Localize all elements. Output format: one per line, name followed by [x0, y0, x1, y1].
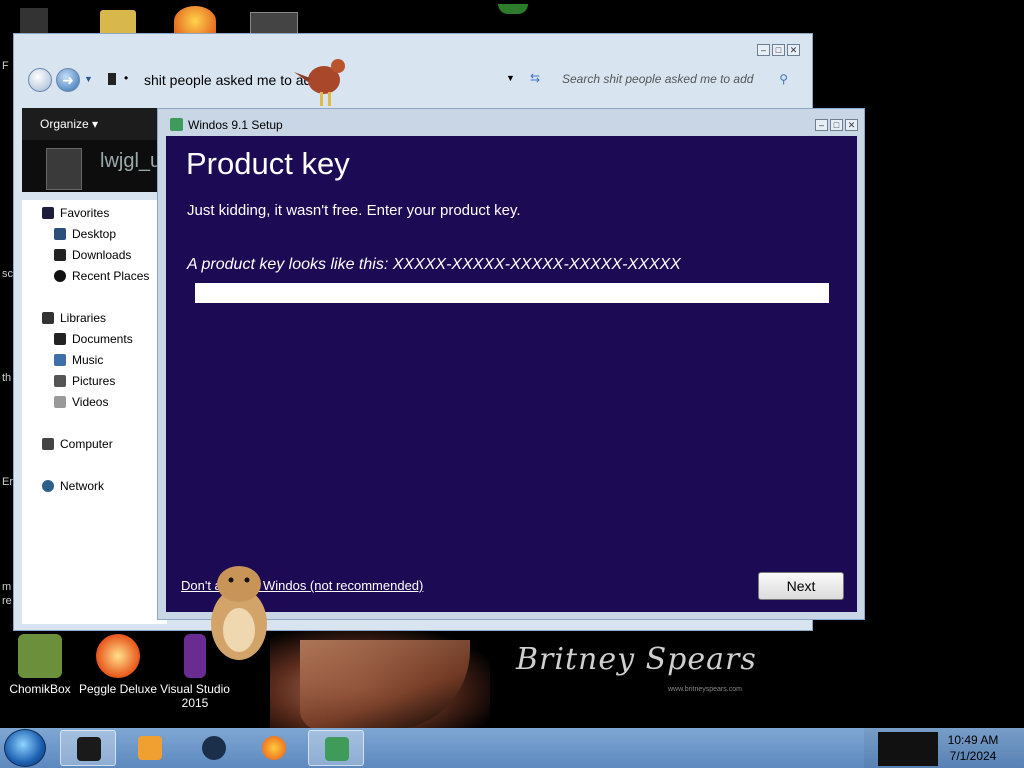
wallpaper-url: www.britneyspears.com — [668, 686, 742, 693]
downloads-icon — [54, 249, 66, 261]
nav-computer[interactable]: Computer — [42, 437, 113, 451]
search-placeholder: Search shit people asked me to add — [562, 72, 754, 86]
setup-window-title: Windos 9.1 Setup — [188, 118, 283, 132]
taskbar-media-player[interactable] — [122, 730, 178, 766]
refresh-icon[interactable]: ⇆ — [530, 71, 540, 85]
folder-thumbnail — [46, 148, 82, 190]
music-icon — [54, 354, 66, 366]
taskbar-explorer[interactable] — [60, 730, 116, 766]
desktop-icon-label: ChomikBox — [9, 682, 71, 696]
nav-network[interactable]: Network — [42, 479, 104, 493]
product-key-input[interactable] — [195, 283, 829, 303]
folder-path-icon — [108, 73, 116, 85]
nav-documents[interactable]: Documents — [54, 332, 133, 346]
desktop-icon-chomikbox[interactable]: ChomikBox — [0, 634, 80, 696]
breadcrumb-separator: • — [124, 71, 129, 85]
desktop-icon-label: Peggle Deluxe — [78, 682, 158, 696]
setup-maximize-button[interactable]: □ — [830, 119, 843, 131]
desktop-icon-top[interactable] — [20, 8, 48, 36]
taskbar-firefox[interactable] — [246, 730, 302, 766]
libraries-icon — [42, 312, 54, 324]
chomikbox-icon — [18, 634, 62, 678]
forward-button[interactable]: ➜ — [56, 68, 80, 92]
setup-window-controls: – □ ✕ — [815, 119, 858, 131]
setup-subtitle: Just kidding, it wasn't free. Enter your… — [187, 202, 521, 219]
maximize-button[interactable]: □ — [772, 44, 785, 56]
globe-icon — [202, 736, 226, 760]
setup-minimize-button[interactable]: – — [815, 119, 828, 131]
recent-places-icon — [54, 270, 66, 282]
network-icon — [42, 480, 54, 492]
explorer-icon — [77, 737, 101, 761]
firefox-icon — [262, 736, 286, 760]
hamster-sprite — [211, 566, 267, 660]
bird-sprite — [294, 59, 345, 106]
videos-icon — [54, 396, 66, 408]
desktop-icon — [54, 228, 66, 240]
nav-videos[interactable]: Videos — [54, 395, 108, 409]
clock-date: 7/1/2024 — [949, 749, 997, 763]
clock-time: 10:49 AM — [947, 733, 999, 747]
tray-preview[interactable] — [878, 732, 938, 766]
explorer-toolbar: Organize ▾ — [22, 108, 172, 140]
setup-content: Product key Just kidding, it wasn't free… — [166, 136, 857, 612]
taskbar-clock[interactable]: 10:49 AM 7/1/2024 — [938, 732, 1008, 764]
recent-pages-icon[interactable]: ▼ — [84, 74, 93, 84]
nav-music[interactable]: Music — [54, 353, 103, 367]
desktop-edge-text: F — [2, 60, 9, 72]
taskbar: 10:49 AM 7/1/2024 — [0, 728, 1024, 768]
desktop-icon-top[interactable] — [174, 6, 216, 36]
address-bar-row: ➜ ▼ • shit people asked me to add ▼ ⇆ Se… — [24, 64, 802, 94]
setup-app-icon — [170, 118, 183, 131]
desktop-edge-text: th — [2, 372, 12, 384]
back-button[interactable] — [28, 68, 52, 92]
desktop-edge-text: sc — [2, 268, 13, 280]
product-key-example: A product key looks like this: XXXXX-XXX… — [187, 256, 681, 273]
taskbar-setup[interactable] — [308, 730, 364, 766]
peggle-icon — [96, 634, 140, 678]
address-dropdown-icon[interactable]: ▼ — [506, 73, 515, 83]
start-button[interactable] — [4, 729, 46, 767]
pictures-icon — [54, 375, 66, 387]
nav-recent-places[interactable]: Recent Places — [54, 269, 149, 283]
wallpaper-glow — [498, 4, 528, 14]
wallpaper-signature: Britney Spears — [516, 642, 757, 677]
close-button[interactable]: ✕ — [787, 44, 800, 56]
desktop-icon-peggle[interactable]: Peggle Deluxe — [78, 634, 158, 696]
desktop-icon-label: Visual Studio 2015 — [160, 682, 230, 710]
navigation-pane: Favorites Desktop Downloads Recent Place… — [22, 200, 167, 624]
folder-name: lwjgl_u — [100, 150, 162, 172]
desktop-edge-text: Er — [2, 476, 13, 488]
nav-favorites[interactable]: Favorites — [42, 206, 109, 220]
setup-icon — [325, 737, 349, 761]
nav-desktop[interactable]: Desktop — [54, 227, 116, 241]
nav-pictures[interactable]: Pictures — [54, 374, 115, 388]
next-button[interactable]: Next — [758, 572, 844, 600]
explorer-window-controls: – □ ✕ — [757, 44, 800, 56]
documents-icon — [54, 333, 66, 345]
search-input[interactable]: Search shit people asked me to add ⚲ — [554, 68, 794, 90]
search-icon[interactable]: ⚲ — [779, 68, 788, 90]
minimize-button[interactable]: – — [757, 44, 770, 56]
favorites-icon — [42, 207, 54, 219]
nav-downloads[interactable]: Downloads — [54, 248, 131, 262]
page-title: Product key — [186, 146, 350, 181]
organize-button[interactable]: Organize ▾ — [40, 117, 98, 131]
nav-libraries[interactable]: Libraries — [42, 311, 106, 325]
setup-dialog: Windos 9.1 Setup – □ ✕ Product key Just … — [157, 108, 865, 620]
setup-close-button[interactable]: ✕ — [845, 119, 858, 131]
media-player-icon — [138, 736, 162, 760]
computer-icon — [42, 438, 54, 450]
taskbar-app[interactable] — [186, 730, 242, 766]
folder-header: lwjgl_u — [22, 140, 172, 192]
